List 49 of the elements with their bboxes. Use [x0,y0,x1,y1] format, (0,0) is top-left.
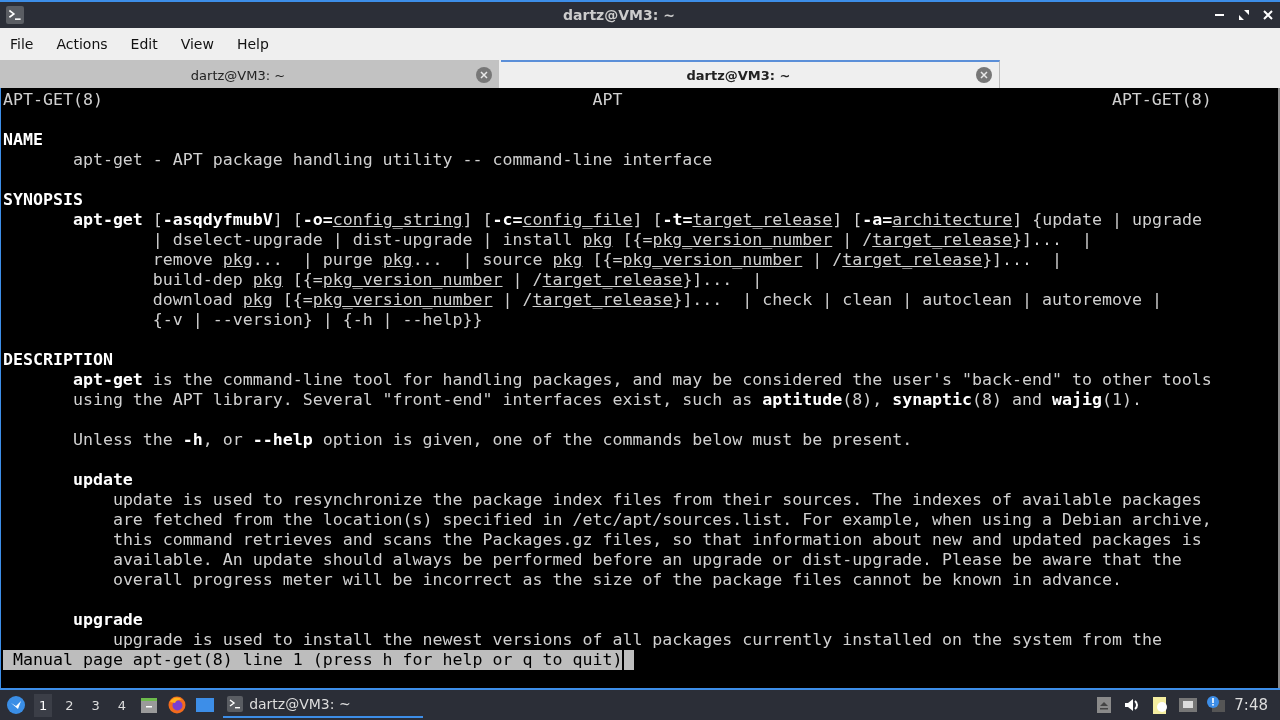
window-title: dartz@VM3: ~ [562,7,676,23]
text-line: remove pkg... | purge pkg... | source pkg [{=pkg_version_number | /target_release}]... | [152,250,1063,270]
text-line: download pkg [{=pkg_version_number | /target_release}]... | check | clean | autoclean | autoremove | [152,290,1162,310]
text-line: are fetched from the location(s) specified in /etc/apt/sources.list. For example, when using a Debian archive, [112,510,1212,530]
terminal-icon [6,6,24,24]
text-line: {-v | --version} | {-h | --help}} [152,310,483,330]
section-heading: NAME [3,130,43,150]
menu-item[interactable]: Edit [124,34,168,52]
workspace-button[interactable]: 1 [34,693,53,717]
text-line: apt-get - APT package handling utility -- command-line interface [72,150,713,170]
command-heading: update [72,470,133,490]
workspace-button[interactable]: 2 [60,693,79,717]
file-manager-icon[interactable] [139,695,160,715]
tab[interactable]: dartz@VM3: ~ [0,60,499,88]
text-line: available. An update should always be performed before an upgrade or dist-upgrade. Please be aware that the [112,550,1182,570]
cursor [624,650,635,670]
terminal-icon [227,696,244,712]
start-menu-icon[interactable] [6,695,26,715]
text-line: upgrade is used to install the newest versions of all packages currently installed on the system from the [112,630,1162,650]
text-line: using the APT library. Several "front-end" interfaces exist, such as aptitude(8), synaptic(8) and wajig(1). [72,390,1142,410]
command-heading: upgrade [72,610,143,630]
menu-item[interactable]: View [174,34,224,52]
page-header: APT-GET(8) [1111,90,1212,110]
clock: 7:48 [1234,696,1269,714]
text-line: update is used to resynchronize the package index files from their sources. The indexes of available packages [112,490,1202,510]
section-heading: SYNOPSIS [3,190,83,210]
menu-item[interactable]: Help [230,34,279,52]
notification-icon[interactable] [1206,695,1227,715]
text-line: apt-get is the command-line tool for handling packages, and may be considered the user's "back-end" to other tools [72,370,1212,390]
workspace-button[interactable]: 4 [112,693,132,717]
text-line: build-dep pkg [{=pkg_version_number | /target_release}]... | [152,270,763,290]
text-line: Unless the -h, or --help option is given, one of the commands below must be present. [72,430,913,450]
page-header: APT [592,90,623,110]
section-heading: DESCRIPTION [3,350,113,370]
taskbar-task[interactable]: dartz@VM3: ~ [223,692,424,718]
text-line: overall progress meter will be incorrect as the size of the package files cannot be known in advance. [112,570,1122,590]
network-icon[interactable] [1178,695,1199,715]
workspace-button[interactable]: 3 [86,693,105,717]
tab[interactable]: dartz@VM3: ~ [501,60,1000,88]
maximize-icon[interactable] [1238,9,1250,21]
close-icon[interactable] [1262,9,1274,21]
menu-item[interactable]: File [4,34,44,52]
browser-icon[interactable] [167,695,188,715]
page-header: APT-GET(8) [3,90,103,110]
desktop-icon[interactable] [195,695,216,715]
menu-item[interactable]: Actions [50,34,118,52]
text-line: | dselect-upgrade | dist-upgrade | install pkg [{=pkg_version_number | /target_release}]... | [152,230,1092,250]
text-line: this command retrieves and scans the Packages.gz files, so that information about new and updated packages is [112,530,1202,550]
text-line: apt-get [-asqdyfmubV] [-o=config_string] [-c=config_file] [-t=target_release] [-a=architecture] {update | upgrade [72,210,1202,230]
